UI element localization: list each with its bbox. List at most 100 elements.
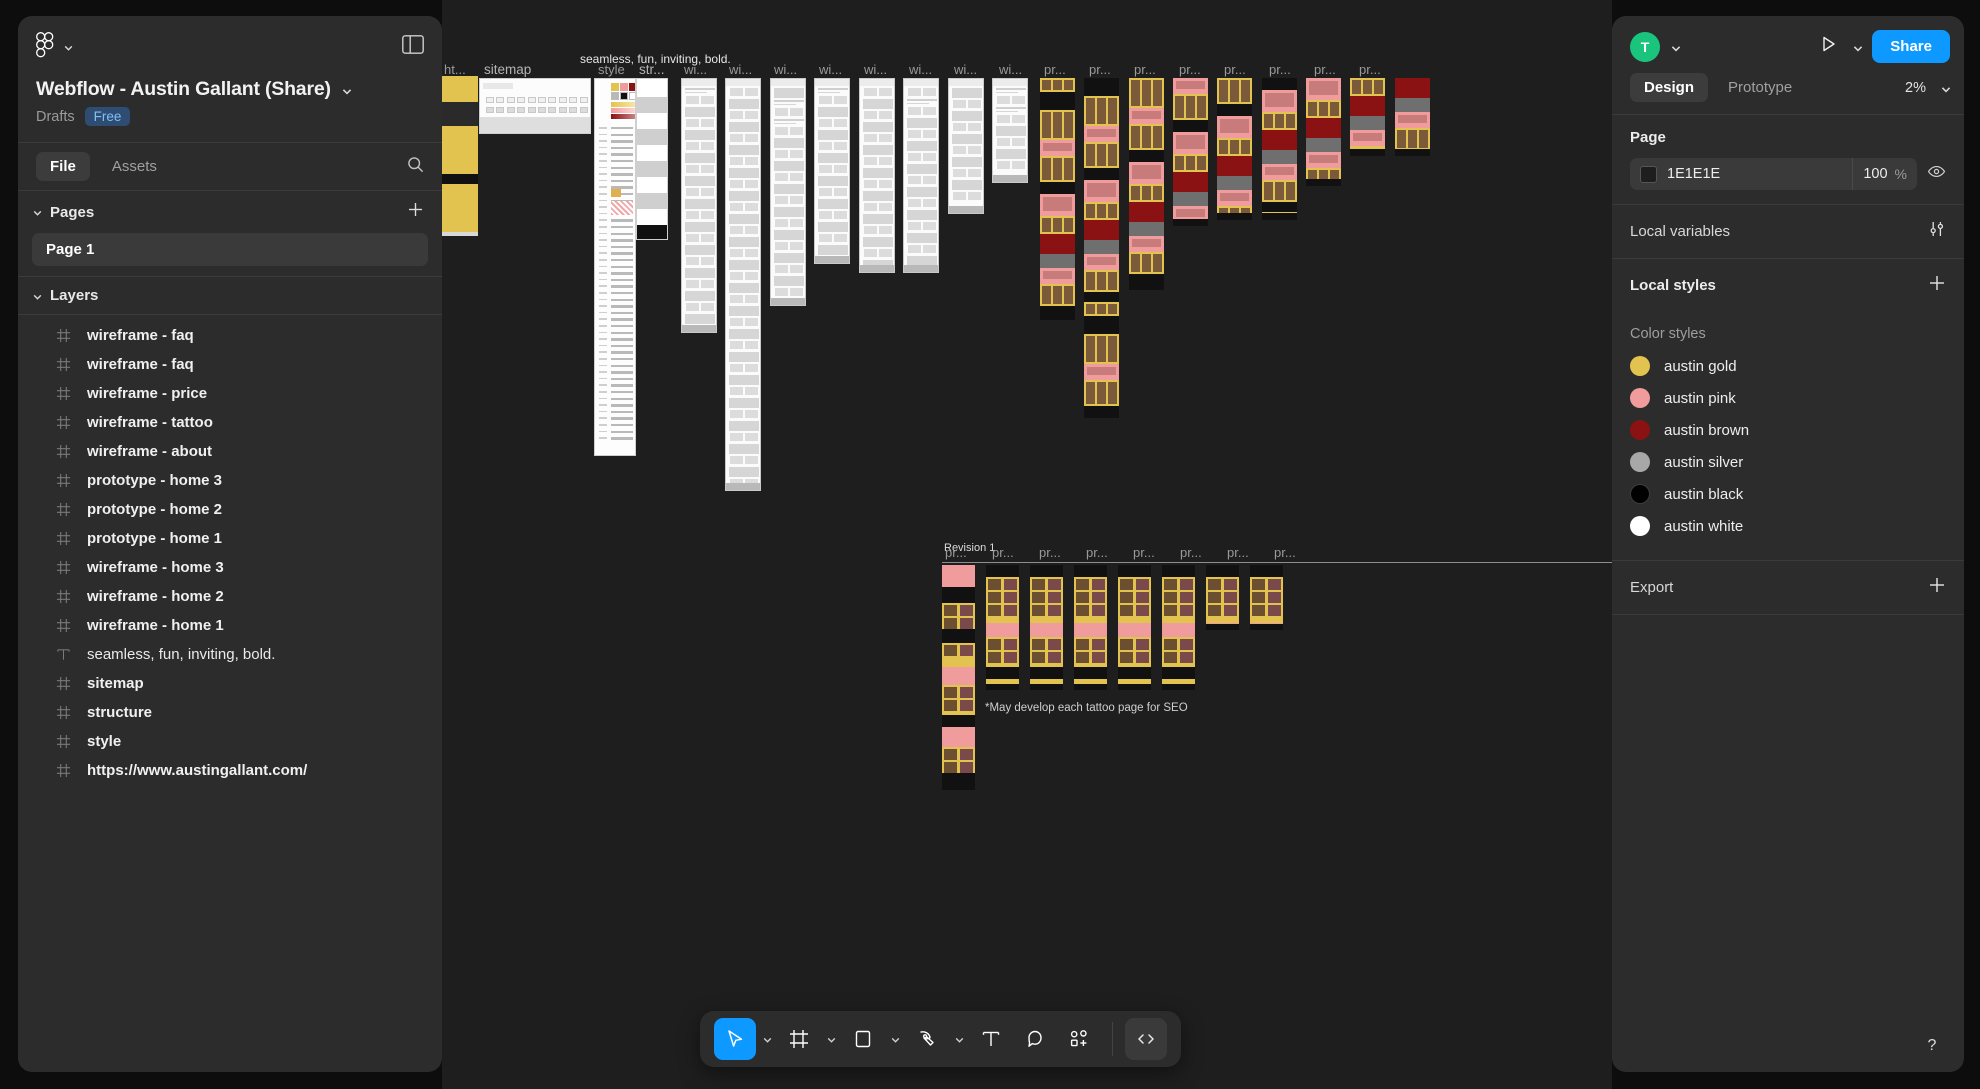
artboard[interactable] bbox=[594, 78, 636, 456]
frame-label[interactable]: wi... bbox=[729, 62, 752, 77]
chevron-down-icon[interactable] bbox=[32, 291, 42, 301]
layer-row[interactable]: wireframe - tattoo bbox=[18, 408, 442, 437]
artboard[interactable] bbox=[992, 78, 1028, 183]
plus-icon[interactable] bbox=[1928, 576, 1946, 599]
color-style-row[interactable]: austin silver bbox=[1612, 446, 1964, 478]
revision-frame-label[interactable]: pr... bbox=[1039, 545, 1061, 560]
figma-menu-button[interactable] bbox=[36, 31, 73, 63]
pen-tool[interactable] bbox=[906, 1018, 948, 1060]
artboard[interactable] bbox=[948, 78, 984, 214]
layer-row[interactable]: seamless, fun, inviting, bold. bbox=[18, 640, 442, 669]
search-icon[interactable] bbox=[407, 156, 424, 178]
artboard[interactable] bbox=[942, 565, 975, 790]
move-tool-chevron-down-icon[interactable] bbox=[758, 1018, 776, 1060]
color-style-row[interactable]: austin brown bbox=[1612, 414, 1964, 446]
layer-row[interactable]: style bbox=[18, 727, 442, 756]
present-chevron-down-icon[interactable] bbox=[1852, 42, 1863, 52]
color-style-row[interactable]: austin white bbox=[1612, 510, 1964, 542]
revision-frame-label[interactable]: pr... bbox=[1274, 545, 1296, 560]
share-button[interactable]: Share bbox=[1872, 30, 1950, 63]
actions-tool[interactable] bbox=[1058, 1018, 1100, 1060]
artboard[interactable] bbox=[1129, 78, 1164, 290]
move-tool[interactable] bbox=[714, 1018, 756, 1060]
artboard[interactable] bbox=[859, 78, 895, 273]
comment-tool[interactable] bbox=[1014, 1018, 1056, 1060]
local-variables-row[interactable]: Local variables bbox=[1612, 205, 1964, 259]
play-icon[interactable] bbox=[1818, 34, 1838, 59]
eye-icon[interactable] bbox=[1927, 162, 1946, 186]
zoom-chevron-down-icon[interactable] bbox=[1940, 83, 1951, 93]
file-title-row[interactable]: Webflow - Austin Gallant (Share) bbox=[36, 78, 424, 101]
page-fill-control[interactable]: 1E1E1E 100 % bbox=[1630, 158, 1917, 190]
plus-icon[interactable] bbox=[407, 201, 424, 223]
artboard[interactable] bbox=[725, 78, 761, 491]
frame-label[interactable]: wi... bbox=[864, 62, 887, 77]
color-style-row[interactable]: austin pink bbox=[1612, 382, 1964, 414]
frame-label[interactable]: wi... bbox=[819, 62, 842, 77]
artboard[interactable] bbox=[1306, 78, 1341, 186]
frame-label[interactable]: wi... bbox=[954, 62, 977, 77]
artboard[interactable] bbox=[1162, 565, 1195, 690]
tab-assets[interactable]: Assets bbox=[98, 152, 171, 181]
frame-label[interactable]: pr... bbox=[1134, 62, 1156, 77]
layer-row[interactable]: prototype - home 3 bbox=[18, 466, 442, 495]
tab-prototype[interactable]: Prototype bbox=[1714, 73, 1806, 102]
layer-row[interactable]: https://www.austingallant.com/ bbox=[18, 756, 442, 785]
shape-tool-chevron-down-icon[interactable] bbox=[886, 1018, 904, 1060]
layer-row[interactable]: structure bbox=[18, 698, 442, 727]
artboard[interactable] bbox=[1395, 78, 1430, 156]
plus-icon[interactable] bbox=[1928, 274, 1946, 297]
artboard[interactable] bbox=[479, 78, 591, 134]
revision-frame-label[interactable]: pr... bbox=[945, 545, 967, 560]
frame-label[interactable]: pr... bbox=[1179, 62, 1201, 77]
canvas-text-layer-label[interactable]: seamless, fun, inviting, bold. bbox=[580, 52, 731, 66]
artboard[interactable] bbox=[1040, 78, 1075, 320]
layer-row[interactable]: wireframe - faq bbox=[18, 321, 442, 350]
artboard[interactable] bbox=[636, 78, 668, 240]
frame-label[interactable]: pr... bbox=[1359, 62, 1381, 77]
artboard[interactable] bbox=[1084, 78, 1119, 418]
frame-label[interactable]: pr... bbox=[1314, 62, 1336, 77]
layer-row[interactable]: prototype - home 1 bbox=[18, 524, 442, 553]
layer-row[interactable]: wireframe - home 3 bbox=[18, 553, 442, 582]
zoom-level[interactable]: 2% bbox=[1905, 80, 1926, 96]
layer-row[interactable]: wireframe - price bbox=[18, 379, 442, 408]
frame-label[interactable]: ht... bbox=[444, 62, 466, 77]
artboard[interactable] bbox=[1206, 565, 1239, 630]
color-style-row[interactable]: austin black bbox=[1612, 478, 1964, 510]
frame-label[interactable]: pr... bbox=[1089, 62, 1111, 77]
frame-tool[interactable] bbox=[778, 1018, 820, 1060]
avatar-chevron-down-icon[interactable] bbox=[1670, 42, 1681, 52]
page-fill-swatch[interactable] bbox=[1640, 165, 1657, 183]
artboard[interactable] bbox=[1173, 78, 1208, 226]
frame-label[interactable]: pr... bbox=[1224, 62, 1246, 77]
layer-row[interactable]: wireframe - home 1 bbox=[18, 611, 442, 640]
dev-mode-toggle[interactable] bbox=[1125, 1018, 1167, 1060]
pen-tool-chevron-down-icon[interactable] bbox=[950, 1018, 968, 1060]
file-location[interactable]: Drafts bbox=[36, 109, 75, 125]
shape-tool[interactable] bbox=[842, 1018, 884, 1060]
frame-label[interactable]: pr... bbox=[1269, 62, 1291, 77]
frame-label[interactable]: pr... bbox=[1044, 62, 1066, 77]
revision-frame-label[interactable]: pr... bbox=[1227, 545, 1249, 560]
chevron-down-icon[interactable] bbox=[341, 85, 351, 95]
frame-label[interactable]: wi... bbox=[774, 62, 797, 77]
artboard[interactable] bbox=[814, 78, 850, 264]
chevron-down-icon[interactable] bbox=[32, 207, 42, 217]
frame-label[interactable]: wi... bbox=[909, 62, 932, 77]
artboard[interactable] bbox=[903, 78, 939, 273]
artboard[interactable] bbox=[1250, 565, 1283, 630]
revision-frame-label[interactable]: pr... bbox=[1180, 545, 1202, 560]
color-style-row[interactable]: austin gold bbox=[1612, 350, 1964, 382]
artboard[interactable] bbox=[442, 76, 478, 236]
panel-layout-icon[interactable] bbox=[402, 35, 424, 59]
artboard[interactable] bbox=[770, 78, 806, 306]
question-mark-icon[interactable]: ? bbox=[1916, 1030, 1948, 1062]
frame-label[interactable]: sitemap bbox=[484, 62, 531, 77]
page-fill-hex[interactable]: 1E1E1E bbox=[1667, 166, 1852, 182]
tab-file[interactable]: File bbox=[36, 152, 90, 181]
layer-row[interactable]: prototype - home 2 bbox=[18, 495, 442, 524]
page-fill-opacity[interactable]: 100 bbox=[1863, 166, 1887, 182]
frame-label[interactable]: wi... bbox=[999, 62, 1022, 77]
revision-frame-label[interactable]: pr... bbox=[1086, 545, 1108, 560]
